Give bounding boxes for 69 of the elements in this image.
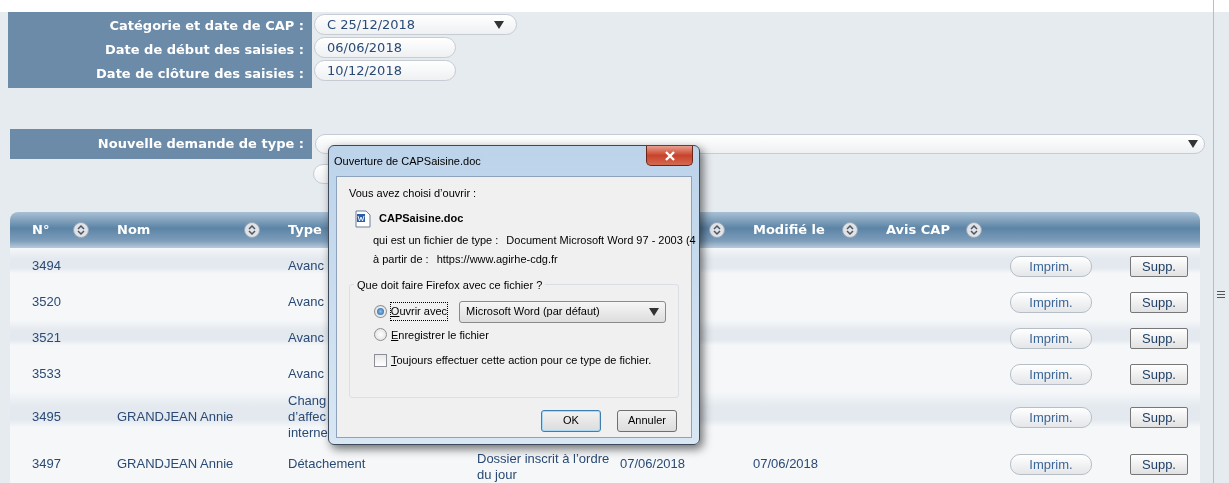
scroll-grip-icon[interactable] — [1217, 290, 1225, 300]
close-icon — [663, 151, 676, 162]
ok-button[interactable]: OK — [541, 409, 601, 432]
table-cell: Avanc — [288, 330, 324, 346]
info-value: https://www.agirhe-cdg.fr — [436, 252, 558, 267]
table-cell-text: GRANDJEAN Annie — [117, 455, 234, 474]
table-cell: Détachement — [288, 456, 366, 472]
table-cell-text: 3495 — [32, 408, 61, 427]
delete-button[interactable]: Supp. — [1130, 255, 1188, 277]
print-button[interactable]: Imprim. — [1010, 291, 1092, 313]
delete-button[interactable]: Supp. — [1130, 327, 1188, 349]
table-cell-text: 3533 — [32, 365, 61, 384]
column-header[interactable]: Avis CAP — [886, 220, 950, 240]
sort-icon[interactable] — [966, 222, 982, 238]
date-field[interactable]: 06/06/2018 — [314, 37, 456, 58]
column-header[interactable]: N° — [32, 220, 50, 240]
sort-icon[interactable] — [842, 222, 858, 238]
table-cell: Avanc — [288, 366, 324, 382]
radio-label[interactable]: Ouvrir avec — [390, 303, 448, 320]
dialog-title: Ouverture de CAPSaisine.doc — [334, 154, 482, 169]
cancel-button[interactable]: Annuler — [617, 409, 677, 432]
print-button[interactable]: Imprim. — [1010, 363, 1092, 385]
sort-icon[interactable] — [244, 222, 260, 238]
table-cell-text: 3521 — [32, 329, 61, 348]
table-cell-text: GRANDJEAN Annie — [117, 408, 234, 427]
print-button[interactable]: Imprim. — [1010, 327, 1092, 349]
file-name: CAPSaisine.doc — [379, 211, 464, 227]
table-cell-text: Dossier inscrit à l’ordre du jour — [477, 450, 611, 483]
table-cell: Avanc — [288, 258, 324, 274]
field-label: Catégorie et date de CAP : — [108, 17, 305, 35]
sort-icon[interactable] — [73, 222, 89, 238]
delete-button[interactable]: Supp. — [1130, 363, 1188, 385]
dropdown-arrow-icon — [649, 307, 659, 316]
table-cell: Avanc — [288, 294, 324, 310]
radio-button[interactable] — [374, 328, 387, 342]
table-cell-text: 3497 — [32, 455, 61, 474]
table-cell-text: 07/06/2018 — [753, 455, 819, 474]
category-select[interactable]: C 25/12/2018 — [314, 14, 517, 35]
delete-button[interactable]: Supp. — [1130, 291, 1188, 313]
print-button[interactable]: Imprim. — [1010, 453, 1092, 475]
checkbox-label[interactable]: Toujours effectuer cette action pour ce type de fichier. — [391, 352, 652, 369]
dialog-text: Vous avez choisi d’ouvrir : — [349, 186, 478, 201]
app-select[interactable]: Microsoft Word (par défaut) — [459, 300, 666, 323]
radio-label[interactable]: Enregistrer le fichier — [391, 326, 489, 343]
sort-icon[interactable] — [709, 222, 725, 238]
field-label: Date de clôture des saisies : — [95, 65, 305, 83]
info-label: qui est un fichier de type : — [373, 232, 499, 248]
date-field[interactable]: 10/12/2018 — [314, 60, 456, 81]
table-cell-text: 07/06/2018 — [620, 455, 686, 474]
print-button[interactable]: Imprim. — [1010, 255, 1092, 277]
column-header[interactable]: Type — [288, 220, 322, 240]
delete-button[interactable]: Supp. — [1130, 453, 1188, 475]
field-label: Nouvelle demande de type : — [10, 129, 312, 159]
dropdown-arrow-icon — [494, 20, 504, 29]
column-header[interactable]: Nom — [117, 220, 151, 240]
close-button[interactable] — [646, 146, 693, 166]
word-document-icon — [355, 209, 371, 228]
radio-button[interactable] — [374, 305, 387, 318]
info-value: Document Microsoft Word 97 - 2003 (4 — [506, 232, 696, 248]
info-label: à partir de : — [373, 252, 429, 267]
column-header[interactable]: Modifié le — [753, 220, 825, 240]
delete-button[interactable]: Supp. — [1130, 406, 1188, 428]
print-button[interactable]: Imprim. — [1010, 406, 1092, 428]
table-cell: Chang d’affec interne — [288, 393, 328, 441]
checkbox[interactable] — [374, 353, 387, 367]
field-label: Date de début des saisies : — [103, 41, 305, 59]
table-cell-text: 3494 — [32, 257, 61, 276]
table-cell-text: 3520 — [32, 293, 61, 312]
dropdown-arrow-icon — [1188, 140, 1198, 148]
